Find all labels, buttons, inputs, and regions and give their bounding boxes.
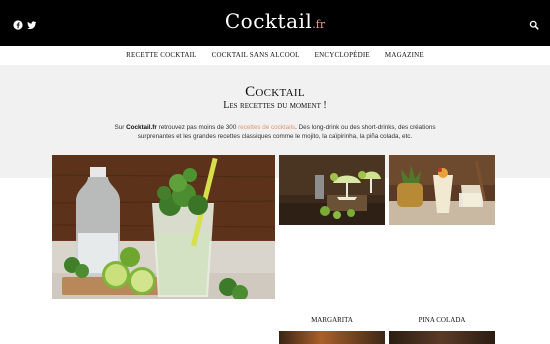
top-header: Cocktail.fr [0,0,550,46]
intro-middle: retrouvez pas moins de 300 [156,124,239,131]
nav-item-cocktail-sans-alcool[interactable]: COCKTAIL SANS ALCOOL [212,46,300,65]
pina-colada-photo[interactable] [389,155,495,225]
nav-item-encyclopedie[interactable]: ENCYCLOPÉDIE [315,46,370,65]
margarita-caption[interactable]: MARGARITA [279,316,385,324]
next-cocktail-photo-2[interactable] [389,331,495,344]
intro-prefix: Sur [114,124,127,131]
site-logo[interactable]: Cocktail.fr [0,9,550,33]
intro-text: Sur Cocktail.fr retrouvez pas moins de 3… [110,123,440,141]
pina-colada-caption[interactable]: PINA COLADA [389,316,495,324]
intro-site-name: Cocktail.fr [126,124,157,131]
main-nav: RECETTE COCKTAIL COCKTAIL SANS ALCOOL EN… [0,46,550,65]
next-cocktail-photo-1[interactable] [279,331,385,344]
nav-item-recette-cocktail[interactable]: RECETTE COCKTAIL [126,46,197,65]
search-icon[interactable] [529,17,539,30]
page-subtitle: Les recettes du moment ! [223,100,327,111]
page-title: Cocktail [245,84,305,100]
logo-extension: .fr [312,18,326,31]
recettes-link[interactable]: recettes de cocktails [238,124,295,131]
mojito-photo[interactable] [52,155,275,299]
logo-text: Cocktail [224,9,313,33]
nav-item-magazine[interactable]: MAGAZINE [385,46,424,65]
margarita-photo[interactable] [279,155,385,225]
